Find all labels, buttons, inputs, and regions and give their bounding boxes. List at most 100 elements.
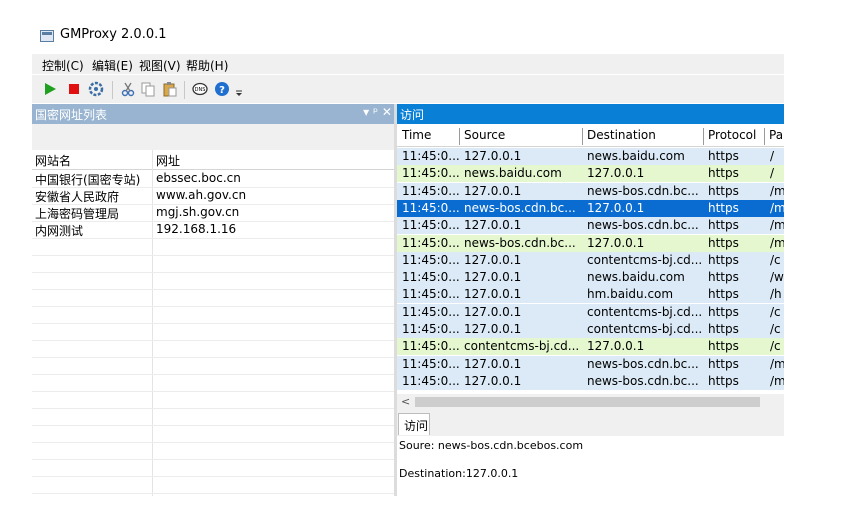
column-header-destination[interactable]: Destination bbox=[587, 128, 656, 142]
proto-cell: https bbox=[708, 270, 739, 285]
site-url-cell: www.ah.gov.cn bbox=[156, 188, 247, 202]
table-row[interactable]: 上海密码管理局 mgj.sh.gov.cn bbox=[32, 204, 394, 222]
time-cell: 11:45:0... bbox=[402, 218, 460, 233]
table-row[interactable]: 内网测试 192.168.1.16 bbox=[32, 221, 394, 239]
column-header-site-name[interactable]: 网站名 bbox=[35, 152, 71, 169]
dest-cell: 127.0.0.1 bbox=[587, 235, 645, 250]
column-header-source[interactable]: Source bbox=[464, 128, 505, 142]
table-row[interactable] bbox=[32, 408, 394, 426]
table-row[interactable]: 11:45:0... 127.0.0.1 news.baidu.com https/w bbox=[397, 269, 784, 287]
request-detail: Soure: news-bos.cdn.bcebos.com Destinati… bbox=[397, 436, 784, 496]
source-cell: news.baidu.com bbox=[464, 166, 562, 181]
time-cell: 11:45:0... bbox=[402, 149, 460, 163]
table-row[interactable]: 11:45:0... contentcms-bj.cd... 127.0.0.1 ht… bbox=[397, 338, 784, 356]
table-row[interactable]: 11:45:0... 127.0.0.1 news-bos.cdn.bc... htt… bbox=[397, 182, 784, 200]
table-row[interactable]: 11:45:0... 127.0.0.1 contentcms-bj.cd... ht… bbox=[397, 251, 784, 269]
header-separator[interactable] bbox=[459, 128, 460, 145]
table-row[interactable]: 11:45:0... news-bos.cdn.bc... 127.0.0.1 htt… bbox=[397, 199, 784, 217]
menu-edit[interactable]: 编辑(E) bbox=[92, 57, 133, 74]
proto-cell: https bbox=[708, 218, 739, 233]
table-row[interactable]: 11:45:0... news.baidu.com 127.0.0.1 https / bbox=[397, 165, 784, 183]
overflow-icon[interactable] bbox=[234, 81, 244, 97]
dest-cell: news-bos.cdn.bc... bbox=[587, 183, 699, 198]
table-row[interactable] bbox=[32, 340, 394, 358]
header-separator[interactable] bbox=[764, 128, 765, 145]
settings-icon[interactable] bbox=[88, 81, 104, 97]
time-cell: 11:45:0... bbox=[402, 339, 460, 354]
table-row[interactable]: 11:45:0... 127.0.0.1 news-bos.cdn.bc... htt… bbox=[397, 355, 784, 373]
site-name-cell: 中国银行(国密专站) bbox=[35, 173, 141, 187]
toolbar-separator bbox=[112, 81, 113, 99]
dns-icon[interactable]: DNS bbox=[192, 81, 208, 97]
dest-cell: news.baidu.com bbox=[587, 149, 685, 163]
column-header-time[interactable]: Time bbox=[402, 128, 431, 142]
menu-view[interactable]: 视图(V) bbox=[139, 57, 181, 74]
copy-icon[interactable] bbox=[140, 81, 156, 97]
table-row[interactable] bbox=[32, 289, 394, 307]
table-row[interactable] bbox=[32, 272, 394, 290]
table-row[interactable] bbox=[32, 357, 394, 375]
play-icon[interactable] bbox=[42, 81, 58, 97]
path-cell: /m bbox=[770, 218, 784, 233]
source-cell: 127.0.0.1 bbox=[464, 304, 522, 319]
scrollbar-thumb[interactable] bbox=[415, 397, 760, 407]
table-row[interactable] bbox=[32, 425, 394, 443]
table-row[interactable] bbox=[32, 255, 394, 273]
proto-cell: https bbox=[708, 252, 739, 267]
table-row[interactable] bbox=[32, 476, 394, 494]
source-cell: 127.0.0.1 bbox=[464, 270, 522, 285]
dest-cell: 127.0.0.1 bbox=[587, 339, 645, 354]
scroll-left-icon[interactable]: < bbox=[401, 395, 410, 408]
cut-icon[interactable] bbox=[120, 81, 136, 97]
proto-cell: https bbox=[708, 373, 739, 388]
table-row[interactable]: 11:45:0... news-bos.cdn.bc... 127.0.0.1 htt… bbox=[397, 234, 784, 252]
menu-control[interactable]: 控制(C) bbox=[42, 57, 84, 74]
right-panel-titlebar: 访问 bbox=[397, 104, 784, 124]
header-separator[interactable] bbox=[703, 128, 704, 145]
tab-access[interactable]: 访问 bbox=[398, 413, 430, 435]
proto-cell: https bbox=[708, 287, 739, 302]
table-row[interactable]: 安徽省人民政府 www.ah.gov.cn bbox=[32, 187, 394, 205]
table-row[interactable] bbox=[32, 323, 394, 341]
path-cell: /w bbox=[770, 270, 784, 285]
table-row[interactable] bbox=[32, 238, 394, 256]
source-cell: 127.0.0.1 bbox=[464, 218, 522, 233]
table-row[interactable]: 11:45:0... 127.0.0.1 contentcms-bj.cd... ht… bbox=[397, 303, 784, 321]
site-name-cell: 内网测试 bbox=[35, 224, 84, 238]
table-row[interactable]: 11:45:0... 127.0.0.1 news-bos.cdn.bc... htt… bbox=[397, 217, 784, 235]
proto-cell: https bbox=[708, 322, 739, 336]
app-icon bbox=[40, 30, 54, 42]
panel-controls[interactable]: ▾ ᵖ ✕ bbox=[363, 105, 392, 119]
source-cell: 127.0.0.1 bbox=[464, 183, 522, 198]
paste-icon[interactable] bbox=[162, 81, 178, 97]
column-header-path[interactable]: Pa bbox=[769, 128, 783, 142]
column-header-url[interactable]: 网址 bbox=[156, 152, 180, 169]
column-header-protocol[interactable]: Protocol bbox=[708, 128, 756, 142]
source-cell: 127.0.0.1 bbox=[464, 373, 522, 388]
horizontal-scrollbar[interactable]: < bbox=[397, 394, 784, 410]
table-row[interactable] bbox=[32, 374, 394, 392]
table-row[interactable]: 中国银行(国密专站) ebssec.boc.cn bbox=[32, 170, 394, 188]
table-row[interactable] bbox=[32, 306, 394, 324]
detail-tabstrip: 访问 bbox=[397, 410, 784, 436]
path-cell: /m bbox=[770, 200, 784, 215]
table-row[interactable]: 11:45:0... 127.0.0.1 news.baidu.com https / bbox=[397, 148, 784, 165]
access-log-header: Time Source Destination Protocol Pa bbox=[397, 124, 784, 147]
table-row[interactable]: 11:45:0... 127.0.0.1 news-bos.cdn.bc... htt… bbox=[397, 372, 784, 390]
stop-icon[interactable] bbox=[66, 81, 82, 97]
table-row[interactable] bbox=[32, 459, 394, 477]
table-row[interactable] bbox=[32, 442, 394, 460]
header-separator[interactable] bbox=[582, 128, 583, 145]
path-cell: /h bbox=[770, 287, 782, 302]
dest-cell: news-bos.cdn.bc... bbox=[587, 218, 699, 233]
table-row[interactable]: 11:45:0... 127.0.0.1 hm.baidu.com https/h bbox=[397, 286, 784, 304]
menu-bar: 控制(C) 编辑(E) 视图(V) 帮助(H) bbox=[32, 54, 784, 74]
table-row[interactable] bbox=[32, 391, 394, 409]
table-row[interactable]: 11:45:0... 127.0.0.1 contentcms-bj.cd... ht… bbox=[397, 321, 784, 338]
path-cell: /c bbox=[770, 339, 781, 354]
menu-help[interactable]: 帮助(H) bbox=[186, 57, 228, 74]
time-cell: 11:45:0... bbox=[402, 183, 460, 198]
help-icon[interactable]: ? bbox=[214, 81, 230, 97]
window-title: GMProxy 2.0.0.1 bbox=[60, 27, 167, 42]
proto-cell: https bbox=[708, 356, 739, 371]
